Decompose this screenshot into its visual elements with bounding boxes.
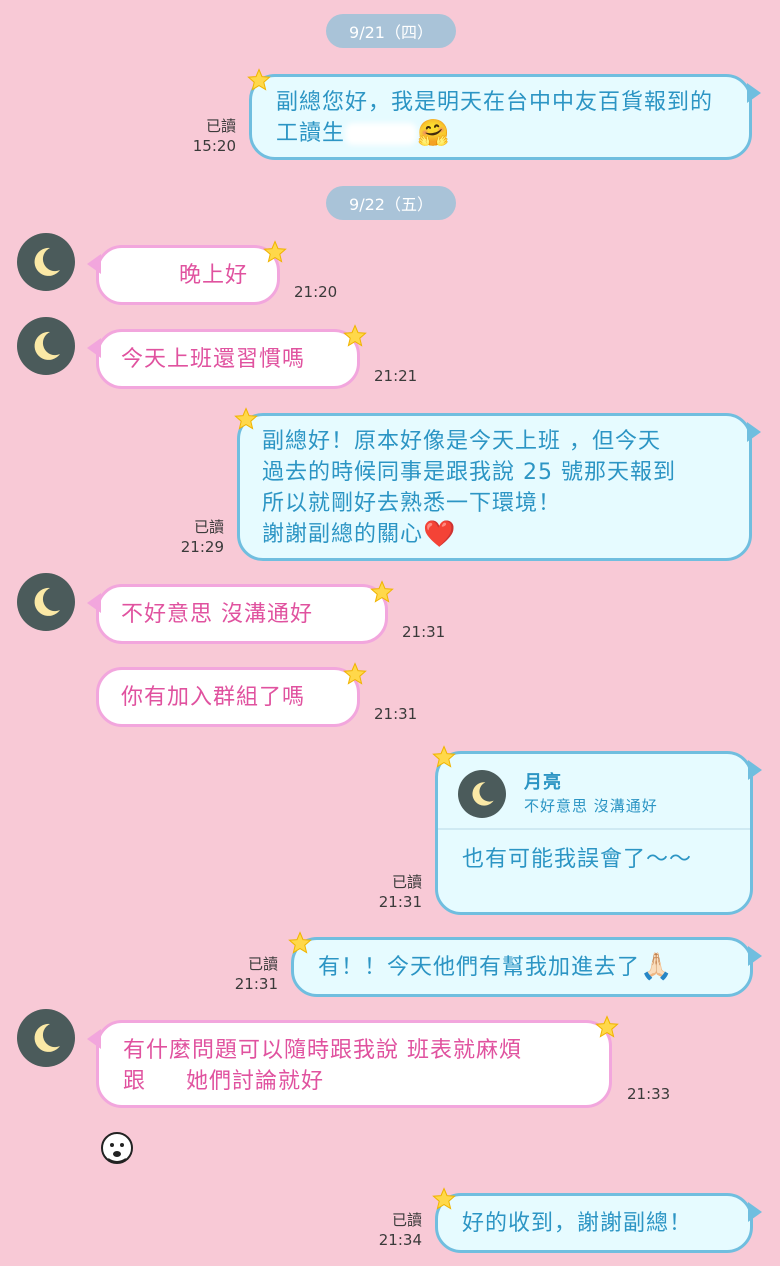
star-icon — [234, 407, 258, 431]
message-line: 過去的時候同事是跟我說 25 號那天報到 — [262, 460, 676, 485]
message-time: 21:31 — [374, 705, 418, 723]
bubble-tail — [748, 760, 762, 780]
bubble-tail — [748, 946, 762, 966]
emoji-sticker-icon[interactable] — [100, 1131, 134, 1165]
date-pill: 9/22（五） — [326, 186, 456, 220]
star-icon — [595, 1015, 619, 1039]
message-bubble-outgoing[interactable]: 有！！今天他們有幫我加進去了 🙏🏻 — [291, 937, 762, 997]
quoted-message[interactable]: 月亮 不好意思 沒溝通好 — [438, 754, 750, 828]
message-text: 晚上好 — [179, 262, 249, 288]
message-time: 15:20 — [192, 137, 236, 155]
bubble-tail — [87, 338, 101, 358]
heart-emoji: ❤️ — [423, 519, 457, 550]
message-line: 她們討論就好 — [186, 1069, 325, 1094]
read-label: 已讀 — [193, 518, 224, 536]
read-label: 已讀 — [247, 955, 278, 973]
message-bubble-outgoing[interactable]: 副總好！原本好像是今天上班 ，但今天 過去的時候同事是跟我說 25 號那天報到 … — [237, 413, 761, 561]
star-icon — [288, 931, 312, 955]
bubble-tail — [87, 593, 101, 613]
avatar[interactable] — [17, 317, 75, 375]
pray-emoji: 🙏🏻 — [640, 951, 674, 982]
moon-icon — [28, 328, 64, 364]
read-label: 已讀 — [391, 873, 422, 891]
message-text: 好的收到，謝謝副總！ — [462, 1210, 693, 1236]
message-text: 不好意思 沒溝通好 — [121, 601, 313, 627]
bubble-tail — [87, 1029, 101, 1049]
message-time: 21:31 — [378, 893, 422, 911]
message-time: 21:34 — [378, 1231, 422, 1249]
avatar[interactable] — [17, 573, 75, 631]
quote-sender-name: 月亮 — [524, 772, 562, 793]
star-icon — [343, 324, 367, 348]
message-line: 有什麼問題可以隨時跟我說 班表就麻煩 — [123, 1038, 522, 1063]
bubble-tail — [748, 1202, 762, 1222]
hug-emoji: 🤗 — [417, 118, 451, 149]
quote-avatar — [458, 770, 506, 818]
message-line: 所以就剛好去熟悉一下環境！ — [262, 491, 562, 516]
message-bubble-incoming[interactable]: 你有加入群組了嗎 — [96, 667, 360, 727]
message-time: 21:33 — [627, 1085, 671, 1103]
bubble-tail — [747, 83, 761, 103]
moon-icon — [467, 779, 497, 809]
star-icon — [247, 68, 271, 92]
read-status: 已讀 21:29 — [172, 517, 224, 557]
quote-text: 不好意思 沒溝通好 — [524, 797, 658, 815]
message-text: 副總您好，我是明天在台中中友百貨報到的工讀生 — [276, 90, 714, 146]
moon-icon — [28, 244, 64, 280]
read-status: 已讀 21:31 — [377, 872, 422, 912]
reply-message-bubble[interactable]: 月亮 不好意思 沒溝通好 也有可能我誤會了～～ — [435, 751, 762, 915]
star-icon — [343, 662, 367, 686]
star-icon — [432, 745, 456, 769]
message-bubble-incoming[interactable]: 晚上好 — [87, 245, 280, 305]
read-status: 已讀 15:20 — [186, 116, 236, 156]
message-time: 21:20 — [294, 283, 338, 301]
message-bubble-outgoing[interactable]: 好的收到，謝謝副總！ — [435, 1193, 762, 1253]
message-text: 有！！今天他們有幫我加進去了 — [318, 954, 641, 980]
message-line: 副總好！原本好像是今天上班 ，但今天 — [262, 429, 661, 454]
message-time: 21:31 — [402, 623, 446, 641]
date-pill: 9/21（四） — [326, 14, 456, 48]
avatar[interactable] — [17, 1009, 75, 1067]
message-bubble-incoming[interactable]: 有什麼問題可以隨時跟我說 班表就麻煩 跟 她們討論就好 — [87, 1020, 612, 1108]
read-status: 已讀 21:31 — [232, 954, 278, 994]
message-text: 也有可能我誤會了～～ — [462, 847, 693, 872]
message-time: 21:29 — [180, 538, 224, 556]
bubble-tail — [87, 254, 101, 274]
message-bubble-incoming[interactable]: 不好意思 沒溝通好 — [87, 584, 388, 644]
read-label: 已讀 — [205, 117, 236, 135]
message-time: 21:21 — [374, 367, 418, 385]
redacted-name — [146, 1072, 187, 1092]
message-line: 謝謝副總的關心 — [262, 522, 424, 547]
star-icon — [432, 1187, 456, 1211]
redacted-name — [345, 123, 418, 145]
moon-icon — [28, 584, 64, 620]
message-bubble-outgoing[interactable]: 副總您好，我是明天在台中中友百貨報到的工讀生 🤗 — [249, 74, 761, 160]
message-time: 21:31 — [234, 975, 278, 993]
message-line: 跟 — [123, 1069, 147, 1094]
bubble-tail — [747, 422, 761, 442]
avatar[interactable] — [17, 233, 75, 291]
star-icon — [263, 240, 287, 264]
read-status: 已讀 21:34 — [377, 1210, 422, 1250]
read-label: 已讀 — [391, 1211, 422, 1229]
redacted-name — [121, 264, 171, 286]
message-text: 你有加入群組了嗎 — [121, 684, 306, 710]
moon-icon — [28, 1020, 64, 1056]
star-icon — [370, 580, 394, 604]
message-bubble-incoming[interactable]: 今天上班還習慣嗎 — [87, 329, 360, 389]
message-text: 今天上班還習慣嗎 — [121, 346, 306, 372]
